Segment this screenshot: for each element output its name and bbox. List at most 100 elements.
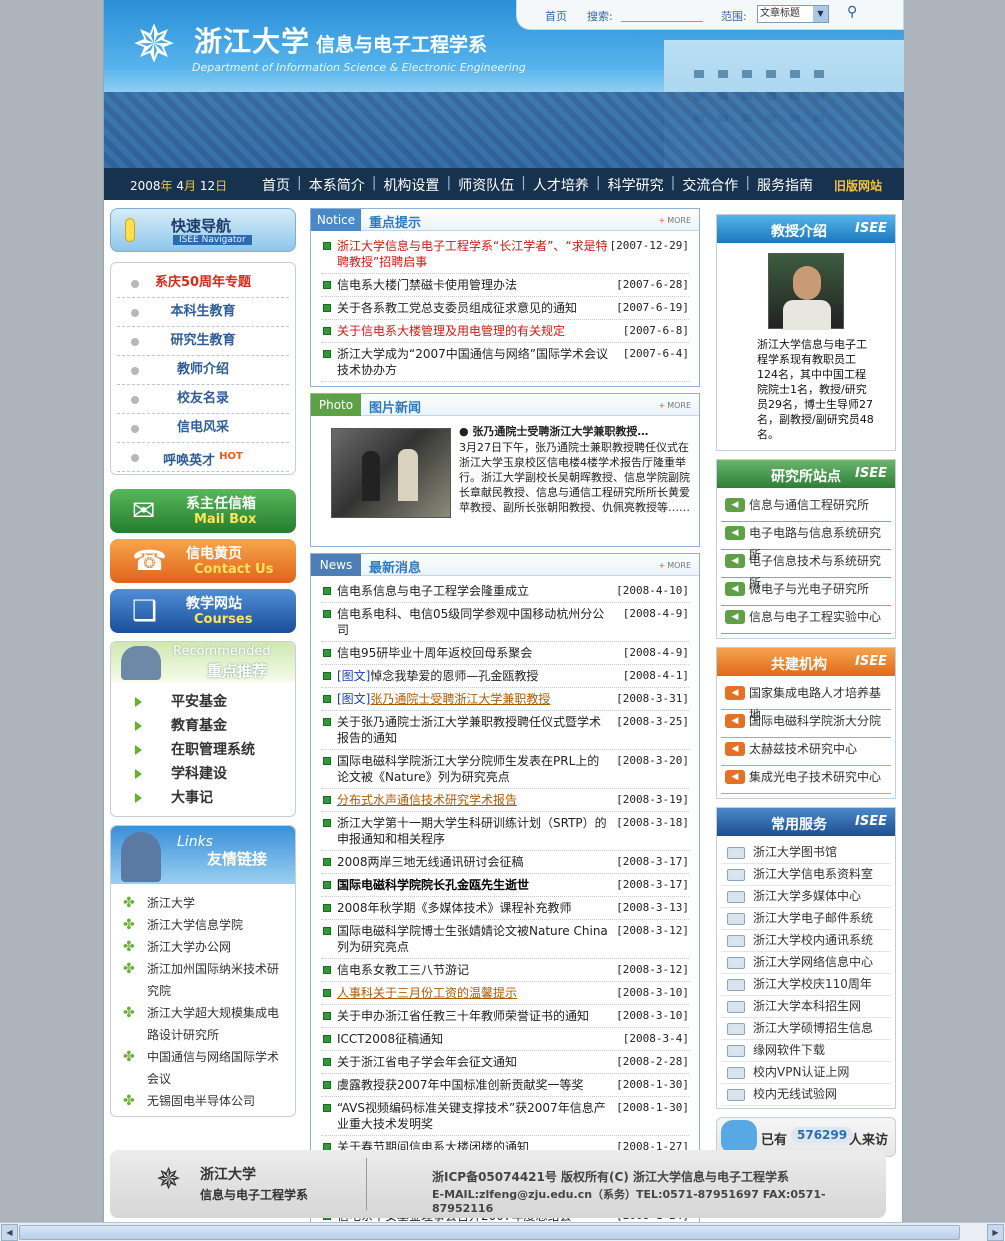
news-item[interactable]: 信电95研毕业十周年返校回母系聚会 [2008-4-9] xyxy=(321,642,689,665)
service-item[interactable]: 浙江大学校庆110周年 xyxy=(721,974,891,996)
research-item[interactable]: ◀ 电子电路与信息系统研究所 xyxy=(721,522,891,562)
nav-item-research[interactable]: 科学研究 xyxy=(602,175,670,195)
range-select[interactable]: 文章标题 ▼ xyxy=(757,5,829,23)
photo-more-link[interactable]: MORE xyxy=(658,401,691,410)
news-item[interactable]: 关于信电系大楼管理及用电管理的有关规定 [2007-6-8] xyxy=(321,320,689,343)
research-item-label: 信息与通信工程研究所 xyxy=(749,498,870,512)
service-item[interactable]: 校内无线试验网 xyxy=(721,1084,891,1106)
research-item[interactable]: ◀ 信息与电子工程实验中心 xyxy=(721,606,891,634)
joint-item[interactable]: ◀ 国家集成电路人才培养基地 xyxy=(721,682,891,722)
recommended-item[interactable]: 大事记 xyxy=(111,786,295,810)
arrow-left-icon: ◀ xyxy=(725,770,745,784)
joint-item[interactable]: ◀ 集成光电子技术研究中心 xyxy=(721,766,891,794)
link-item[interactable]: 浙江大学 xyxy=(117,892,289,914)
service-item[interactable]: 浙江大学本科招生网 xyxy=(721,996,891,1018)
research-item[interactable]: ◀ 电子信息技术与系统研究所 xyxy=(721,550,891,590)
search-icon[interactable]: ⚲ xyxy=(847,4,863,20)
contact-button-en: Contact Us xyxy=(194,562,274,577)
scroll-right-icon[interactable]: ▶ xyxy=(987,1224,1004,1241)
link-item[interactable]: 浙江大学超大规模集成电路设计研究所 xyxy=(117,1002,289,1046)
news-item[interactable]: 国际电磁科学院院长孔金瓯先生逝世 [2008-3-17] xyxy=(321,874,689,897)
service-item[interactable]: 浙江大学校内通讯系统 xyxy=(721,930,891,952)
nav-item-services[interactable]: 服务指南 xyxy=(751,175,819,195)
old-site-link[interactable]: 旧版网站 xyxy=(834,177,882,194)
link-item[interactable]: 浙江大学办公网 xyxy=(117,936,289,958)
news-more-link[interactable]: MORE xyxy=(658,561,691,570)
service-item[interactable]: 校内VPN认证上网 xyxy=(721,1062,891,1084)
nav-item-faculty[interactable]: 师资队伍 xyxy=(452,175,520,195)
service-item[interactable]: 浙江大学多媒体中心 xyxy=(721,886,891,908)
joint-list: ◀ 国家集成电路人才培养基地 ◀ 国际电磁科学院浙大分院 ◀ 太赫兹技术研究中心 ◀ 集… xyxy=(717,676,895,798)
nav-item-organization[interactable]: 机构设置 xyxy=(377,175,445,195)
link-item[interactable]: 无锡固电半导体公司 xyxy=(117,1090,289,1112)
photo-news-headline[interactable]: ● 张乃通院士受聘浙江大学兼职教授… xyxy=(459,424,695,439)
news-item[interactable]: 关于浙江省电子学会年会征文通知 [2008-2-28] xyxy=(321,1051,689,1074)
nav-item-education[interactable]: 人才培养 xyxy=(527,175,595,195)
news-item[interactable]: 浙江大学第十一期大学生科研训练计划（SRTP）的申报通知和相关程序 [2008-3… xyxy=(321,812,689,851)
contact-button[interactable]: ☎ 信电黄页 Contact Us xyxy=(110,539,296,583)
recommended-item[interactable]: 教育基金 xyxy=(111,714,295,738)
news-item[interactable]: 国际电磁科学院博士生张婧婧论文被Nature China列为研究亮点 [2008-… xyxy=(321,920,689,959)
news-item[interactable]: [图文]张乃通院士受聘浙江大学兼职教授 [2008-3-31] xyxy=(321,688,689,711)
news-item[interactable]: 浙江大学成为“2007中国通信与网络”国际学术会议技术协办方 [2007-6-4] xyxy=(321,343,689,382)
nav-item-exchange[interactable]: 交流合作 xyxy=(676,175,744,195)
news-item[interactable]: 浙江大学信息与电子工程学系“长江学者”、“求是特聘教授”招聘启事 [2007-12… xyxy=(321,235,689,274)
link-item[interactable]: 中国通信与网络国际学术会议 xyxy=(117,1046,289,1090)
menu-item-jobs[interactable]: 呼唤英才 HOT xyxy=(117,443,289,472)
news-item[interactable]: 信电系电科、电信05级同学参观中国移动杭州分公司 [2008-4-9] xyxy=(321,603,689,642)
logo-university-name[interactable]: 浙江大学 xyxy=(194,20,310,60)
research-item[interactable]: ◀ 微电子与光电子研究所 xyxy=(721,578,891,606)
menu-item-anniversary[interactable]: 系庆50周年专题 xyxy=(117,269,289,298)
recommended-item[interactable]: 学科建设 xyxy=(111,762,295,786)
scrollbar-thumb[interactable] xyxy=(19,1225,960,1240)
notice-more-link[interactable]: MORE xyxy=(658,216,691,225)
news-item[interactable]: “AVS视频编码标准关键支撑技术”获2007年信息产业重大技术发明奖 [2008-… xyxy=(321,1097,689,1136)
scroll-left-icon[interactable]: ◀ xyxy=(1,1224,18,1241)
news-item[interactable]: 信电系大楼门禁磁卡使用管理办法 [2007-6-28] xyxy=(321,274,689,297)
recommended-item[interactable]: 在职管理系统 xyxy=(111,738,295,762)
joint-item[interactable]: ◀ 国际电磁科学院浙大分院 xyxy=(721,710,891,738)
news-item[interactable]: 关于各系教工党总支委员组成征求意见的通知 [2007-6-19] xyxy=(321,297,689,320)
service-item[interactable]: 浙江大学信电系资料室 xyxy=(721,864,891,886)
service-item[interactable]: 浙江大学图书馆 xyxy=(721,842,891,864)
courses-button[interactable]: ❑ 教学网站 Courses xyxy=(110,589,296,633)
news-item[interactable]: 分布式水声通信技术研究学术报告 [2008-3-19] xyxy=(321,789,689,812)
joint-item[interactable]: ◀ 太赫兹技术研究中心 xyxy=(721,738,891,766)
university-logo-icon[interactable]: ✵ xyxy=(118,16,190,74)
service-item[interactable]: 浙江大学硕博招生信息 xyxy=(721,1018,891,1040)
photo-news-image[interactable] xyxy=(331,428,451,518)
mailbox-button[interactable]: ✉ 系主任信箱 Mail Box xyxy=(110,489,296,533)
news-item[interactable]: 信电系女教工三八节游记 [2008-3-12] xyxy=(321,959,689,982)
recommended-item[interactable]: 平安基金 xyxy=(111,690,295,714)
nav-item-about[interactable]: 本系简介 xyxy=(303,175,371,195)
news-item[interactable]: ICCT2008征稿通知 [2008-3-4] xyxy=(321,1028,689,1051)
news-item[interactable]: [图文]悼念我挚爱的恩师—孔金瓯教授 [2008-4-1] xyxy=(321,665,689,688)
research-item[interactable]: ◀ 信息与通信工程研究所 xyxy=(721,494,891,522)
menu-item-graduate[interactable]: 研究生教育 xyxy=(117,327,289,356)
menu-item-teachers[interactable]: 教师介绍 xyxy=(117,356,289,385)
service-item[interactable]: 缘网软件下载 xyxy=(721,1040,891,1062)
service-item[interactable]: 浙江大学电子邮件系统 xyxy=(721,908,891,930)
news-item[interactable]: 虞露教授获2007年中国标准创新贡献奖一等奖 [2008-1-30] xyxy=(321,1074,689,1097)
nav-item-home[interactable]: 首页 xyxy=(256,175,296,195)
menu-item-gallery[interactable]: 信电风采 xyxy=(117,414,289,443)
link-item[interactable]: 浙江大学信息学院 xyxy=(117,914,289,936)
service-item[interactable]: 浙江大学网络信息中心 xyxy=(721,952,891,974)
news-item[interactable]: 国际电磁科学院浙江大学分院师生发表在PRL上的论文被《Nature》列为研究亮点… xyxy=(321,750,689,789)
professor-photo[interactable] xyxy=(768,253,844,330)
news-item[interactable]: 关于张乃通院士浙江大学兼职教授聘任仪式暨学术报告的通知 [2008-3-25] xyxy=(321,711,689,750)
news-item[interactable]: 信电系信息与电子工程学会隆重成立 [2008-4-10] xyxy=(321,580,689,603)
joint-header: 共建机构 ISEE xyxy=(717,648,895,676)
news-item[interactable]: 人事科关于三月份工资的温馨提示 [2008-3-10] xyxy=(321,982,689,1005)
chevron-down-icon[interactable]: ▼ xyxy=(813,6,828,22)
search-input[interactable] xyxy=(621,5,703,22)
link-item[interactable]: 浙江加州国际纳米技术研究院 xyxy=(117,958,289,1002)
menu-item-alumni[interactable]: 校友名录 xyxy=(117,385,289,414)
menu-item-undergraduate[interactable]: 本科生教育 xyxy=(117,298,289,327)
news-item[interactable]: 2008两岸三地无线通讯研讨会征稿 [2008-3-17] xyxy=(321,851,689,874)
counter-value: 576299 xyxy=(791,1127,854,1143)
search-home-link[interactable]: 首页 xyxy=(545,8,567,24)
news-item[interactable]: 2008年秋学期《多媒体技术》课程补充教师 [2008-3-13] xyxy=(321,897,689,920)
news-item[interactable]: 关于申办浙江省任教三十年教师荣誉证书的通知 [2008-3-10] xyxy=(321,1005,689,1028)
horizontal-scrollbar[interactable]: ◀ ▶ xyxy=(0,1222,1005,1241)
